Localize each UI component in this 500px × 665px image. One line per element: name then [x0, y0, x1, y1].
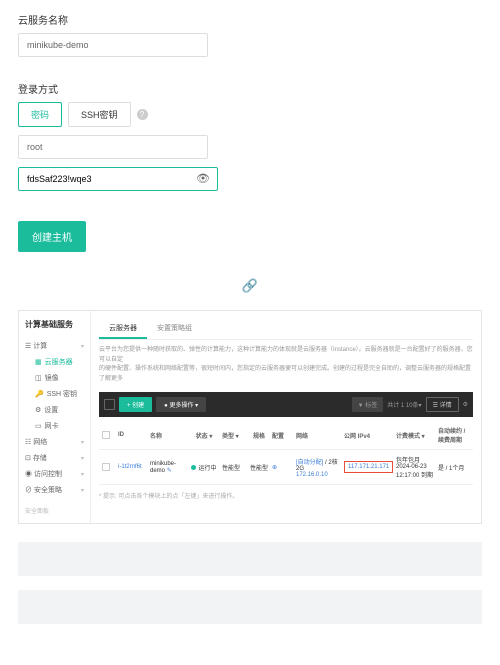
row-checkbox[interactable]	[102, 463, 110, 471]
help-icon[interactable]: ?	[137, 109, 148, 120]
key-icon: 🔑	[35, 390, 44, 398]
config-icon[interactable]: ⊕	[272, 465, 277, 471]
login-method-label: 登录方式	[18, 81, 482, 96]
th-act: 自动续约 / 续费周期	[438, 426, 470, 444]
th-type[interactable]: 类型 ▾	[222, 431, 246, 440]
sidebar-group-storage[interactable]: ⊡ 存储▾	[25, 450, 84, 466]
dashboard-panel: 计算基础服务 ☰ 计算▾ ▦云服务器 ◫镜像 🔑SSH 密钥 ⚙设置 ▭网卡 ☷…	[18, 310, 482, 524]
create-host-button[interactable]: 创建主机	[18, 221, 86, 252]
service-name-label: 云服务名称	[18, 12, 482, 27]
public-ip-box[interactable]: 117.171.21.171	[344, 461, 393, 473]
eye-icon[interactable]: 👁	[196, 172, 210, 185]
status-dot	[191, 465, 196, 470]
sidebar-group-network[interactable]: ☷ 网络▾	[25, 434, 84, 450]
th-net: 网络	[296, 431, 340, 440]
sidebar-footer: 安全面板	[25, 506, 84, 515]
tab-sshkey[interactable]: SSH密钥	[68, 102, 131, 127]
table-row[interactable]: i-1t2rnf6t minikube-demo ✎ 运行中 性能型 性能型 ⊕…	[99, 450, 473, 485]
th-conf: 配置	[272, 431, 292, 440]
sidebar-group-security[interactable]: ⊘ 安全策略▾	[25, 482, 84, 498]
toolbar-pager: 共计 1 10条▾	[387, 400, 421, 409]
sidebar-title: 计算基础服务	[25, 319, 84, 330]
service-name-input[interactable]	[18, 33, 208, 57]
toolbar-settings-icon[interactable]: ⚙	[463, 401, 468, 408]
th-name: 名称	[150, 431, 186, 440]
toolbar: + 创建 ● 更多操作 ▾ ▼ 标签 共计 1 10条▾ ☰ 详情 ⚙	[99, 392, 473, 417]
sidebar-item-nic[interactable]: ▭网卡	[25, 418, 84, 434]
th-status[interactable]: 状态 ▾	[190, 431, 218, 440]
sidebar-item-image[interactable]: ◫镜像	[25, 370, 84, 386]
link-icon: 🔗	[0, 278, 500, 294]
sidebar-item-cloud-server[interactable]: ▦云服务器	[25, 354, 84, 370]
tab-password[interactable]: 密码	[18, 102, 62, 127]
description-text: 云平台为您提供一种随时获取的、弹性的计算能力，这种计算能力的体现就是云服务器（I…	[99, 346, 473, 384]
password-input[interactable]	[18, 167, 218, 191]
sidebar-group-compute[interactable]: ☰ 计算▾	[25, 338, 84, 354]
sidebar-item-settings[interactable]: ⚙设置	[25, 402, 84, 418]
instance-id-link[interactable]: i-1t2rnf6t	[118, 464, 142, 470]
main-tab-recycle[interactable]: 安置策略组	[147, 319, 202, 339]
image-icon: ◫	[35, 374, 42, 382]
server-icon: ▦	[35, 358, 42, 366]
toolbar-more-button[interactable]: ● 更多操作 ▾	[156, 397, 206, 412]
header-checkbox[interactable]	[102, 431, 110, 439]
table-note: * 提示: 可点击各个模块上的点「左键」来进行操作。	[99, 491, 473, 500]
th-id: ID	[118, 432, 146, 438]
main-tab-list[interactable]: 云服务器	[99, 319, 147, 339]
toolbar-create-button[interactable]: + 创建	[119, 397, 152, 412]
th-ip: 公网 IPv4	[344, 431, 392, 440]
sidebar-item-sshkey[interactable]: 🔑SSH 密钥	[25, 386, 84, 402]
username-input[interactable]	[18, 135, 208, 159]
nic-icon: ▭	[35, 422, 42, 430]
placeholder-block	[18, 590, 482, 624]
edit-icon[interactable]: ✎	[167, 468, 172, 474]
th-bill[interactable]: 计费模式 ▾	[396, 431, 434, 440]
th-spec: 规格	[250, 431, 268, 440]
gear-icon: ⚙	[35, 406, 41, 414]
sidebar-group-access[interactable]: ◉ 访问控制▾	[25, 466, 84, 482]
toolbar-filter[interactable]: ▼ 标签	[352, 397, 384, 412]
placeholder-block	[18, 542, 482, 576]
toolbar-checkbox[interactable]	[104, 399, 115, 410]
toolbar-detail-button[interactable]: ☰ 详情	[426, 397, 459, 412]
